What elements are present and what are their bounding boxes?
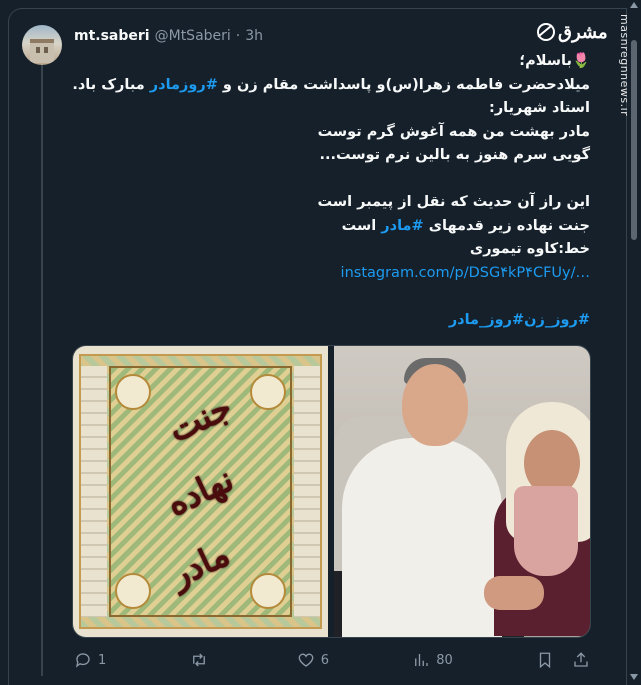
share-icon [574,652,588,667]
share-button[interactable] [572,651,590,669]
tweet-text: 🌷باسلام؛ میلادحضرت فاطمه زهرا(س)و پاسداش… [72,50,590,333]
instagram-link[interactable]: instagram.com/p/DSG۴kP۴CFUy/… [341,265,590,281]
scroll-down-arrow-icon[interactable] [630,674,638,680]
scroll-thumb[interactable] [631,40,637,240]
heart-icon [298,653,314,667]
views-icon [415,654,428,666]
hashtag-link[interactable]: #روزمادر [150,77,218,93]
retweet-button[interactable] [190,651,214,669]
text-line-greeting: 🌷باسلام؛ [519,53,590,69]
text-line-poet: استاد شهریار: [489,100,590,116]
tweet-header: mt.saberi @MtSaberi · 3h [74,26,263,46]
hashtag-link[interactable]: #مادر [381,218,423,234]
bookmark-icon [539,652,551,669]
thread-line [41,64,43,676]
media-grid[interactable]: ﺟﻨﺖ ﻧﻬﺎﺩﻩ ﻣﺎﺩﺭ [72,345,591,638]
author-name[interactable]: mt.saberi [74,28,150,44]
text-segment: مبارک باد. [72,76,150,93]
text-line-congrats: میلادحضرت فاطمه زهرا(س)و پاسداشت مقام زن… [72,74,590,98]
photo-image[interactable] [334,346,590,637]
scrollbar[interactable] [627,0,641,684]
text-line-hashtags: #روز_زن#روز_مادر [74,309,590,333]
text-segment: است [341,217,382,234]
text-blank [74,285,590,309]
reply-icon [75,653,90,668]
source-watermark: مشرق mashreghnews.ir [537,14,631,116]
text-line-verse1: مادر بهشت من همه آغوش گرم توست [317,123,590,140]
like-count: 6 [320,652,329,668]
scroll-up-arrow-icon[interactable] [630,2,638,8]
reply-button[interactable]: 1 [74,651,106,669]
watermark-bird-icon [537,23,555,41]
author-handle[interactable]: @MtSaberi [155,28,231,44]
bookmark-button[interactable] [536,651,554,669]
hashtag-link[interactable]: #روز_مادر [449,312,524,328]
tweet-actions: 1 6 80 [74,648,590,672]
reply-count: 1 [98,652,107,668]
text-line-calligrapher: خط:کاوه تیموری [469,241,590,257]
watermark-logo: مشرق [558,21,608,43]
header-separator: · [235,28,241,44]
text-segment: جنت نهاده زیر قدمهای [423,217,590,234]
calligraphy-image[interactable]: ﺟﻨﺖ ﻧﻬﺎﺩﻩ ﻣﺎﺩﺭ [73,346,328,637]
views-button[interactable]: 80 [412,651,453,669]
views-count: 80 [436,652,453,668]
hashtag-link[interactable]: #روز_زن [524,312,590,328]
avatar[interactable] [22,25,62,65]
text-line-verse3: این راز آن حدیث که نقل از پیمبر است [317,194,590,210]
text-segment: میلادحضرت فاطمه زهرا(س)و پاسداشت مقام زن… [217,76,590,93]
retweet-icon [192,653,205,667]
text-line-link: instagram.com/p/DSG۴kP۴CFUy/… [74,262,590,286]
text-blank [74,168,590,192]
text-line-verse2: گویی سرم هنوز به بالین نرم توست... [319,147,590,163]
like-button[interactable]: 6 [297,651,329,669]
tweet-time[interactable]: 3h [245,28,263,44]
text-line-verse4: جنت نهاده زیر قدمهای #مادر است [74,215,590,239]
